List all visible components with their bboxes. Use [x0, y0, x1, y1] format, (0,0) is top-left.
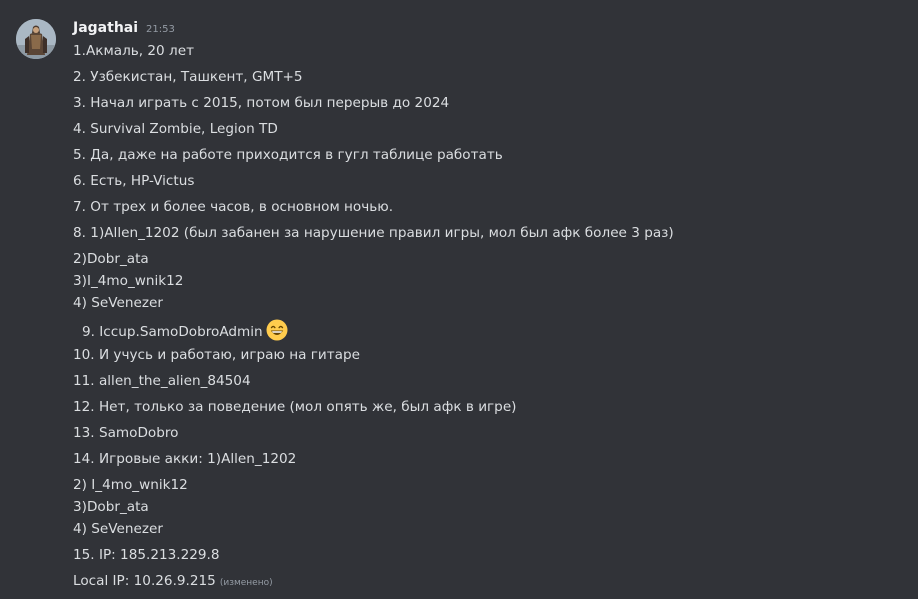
message-line-last: Local IP: 10.26.9.215 (изменено) [73, 571, 273, 593]
message-line: 3)I_4mo_wnik12 [73, 273, 184, 289]
message-line: 4. Survival Zombie, Legion TD [73, 121, 278, 137]
avatar-image [16, 19, 56, 59]
message-line: 3)Dobr_ata [73, 499, 149, 515]
message-line: 14. Игровые акки: 1)Allen_1202 [73, 451, 297, 467]
timestamp[interactable]: 21:53 [146, 24, 175, 35]
message-line-with-emoji: 9. Iccup.SamoDobroAdmin [82, 319, 288, 342]
message-line: 11. allen_the_alien_84504 [73, 373, 251, 389]
message-line: 15. IP: 185.213.229.8 [73, 547, 220, 563]
message-line: 2. Узбекистан, Ташкент, GMT+5 [73, 69, 303, 85]
message-header: Jagathai 21:53 [73, 20, 175, 40]
message-line: Local IP: 10.26.9.215 [73, 573, 216, 589]
message-line: 5. Да, даже на работе приходится в гугл … [73, 147, 503, 163]
message-line: 2) I_4mo_wnik12 [73, 477, 188, 493]
message-line: 6. Есть, HP-Victus [73, 173, 195, 189]
chat-message: Jagathai 21:53 1.Акмаль, 20 лет 2. Узбек… [0, 0, 918, 599]
message-line: 3. Начал играть с 2015, потом был переры… [73, 95, 450, 111]
message-line: 9. Iccup.SamoDobroAdmin [82, 324, 263, 340]
message-line: 8. 1)Allen_1202 (был забанен за нарушени… [73, 225, 674, 241]
message-line: 13. SamoDobro [73, 425, 179, 441]
message-line: 4) SeVenezer [73, 521, 163, 537]
message-line: 12. Нет, только за поведение (мол опять … [73, 399, 517, 415]
user-avatar[interactable] [16, 19, 56, 59]
message-line: 7. От трех и более часов, в основном ноч… [73, 199, 394, 215]
message-line: 2)Dobr_ata [73, 251, 149, 267]
edited-label[interactable]: (изменено) [220, 578, 273, 588]
message-line: 1.Акмаль, 20 лет [73, 43, 194, 59]
message-line: 4) SeVenezer [73, 295, 163, 311]
grinning-face-emoji-icon [266, 319, 288, 341]
message-line: 10. И учусь и работаю, играю на гитаре [73, 347, 360, 363]
username[interactable]: Jagathai [73, 20, 138, 36]
